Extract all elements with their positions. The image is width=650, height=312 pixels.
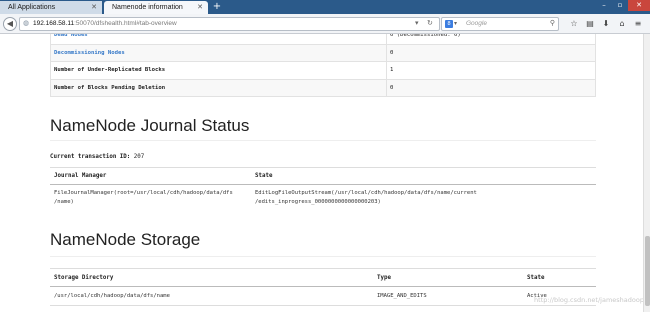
- bookmarks-list-icon[interactable]: ▤: [584, 17, 596, 31]
- scrollbar-thumb[interactable]: [645, 236, 650, 306]
- table-value-cell: 1: [386, 61, 596, 80]
- toolbar-icons: ☆ ▤ ⬇ ⌂ ≡: [568, 17, 644, 31]
- table-key-cell: Number of Blocks Pending Deletion: [50, 78, 387, 97]
- table-row: Dead Nodes 0 (Decommissioned: 0): [50, 34, 596, 45]
- search-placeholder: Google: [466, 20, 487, 27]
- journal-status-heading: NameNode Journal Status: [50, 116, 250, 135]
- close-window-icon[interactable]: ✕: [628, 0, 650, 11]
- download-icon[interactable]: ⬇: [600, 17, 612, 31]
- column-header-journal-manager: Journal Manager: [54, 173, 107, 179]
- maximize-icon[interactable]: ▫: [612, 0, 628, 11]
- home-icon[interactable]: ⌂: [616, 17, 628, 31]
- vertical-scrollbar[interactable]: [643, 34, 650, 312]
- table-value-cell: 0 (Decommissioned: 0): [386, 34, 596, 45]
- browser-nav-bar: ◀ ◍ 192.168.58.11:50070/dfshealth.html#t…: [0, 14, 650, 34]
- page-content: Dead Nodes 0 (Decommissioned: 0) Decommi…: [0, 34, 650, 312]
- back-arrow-icon[interactable]: ◀: [3, 17, 17, 31]
- browser-tab-bar: All Applications ✕ Namenode information …: [0, 0, 650, 14]
- current-transaction-id: Current transaction ID: 207: [50, 154, 144, 160]
- storage-heading: NameNode Storage: [50, 230, 201, 249]
- table-border: [50, 305, 596, 306]
- globe-icon: ◍: [23, 20, 30, 27]
- dropdown-arrow-icon[interactable]: ▾: [415, 18, 419, 30]
- journal-manager-cell: FileJournalManager(root=/usr/local/cdh/h…: [54, 190, 233, 205]
- url-host: 192.168.58.11: [33, 20, 75, 27]
- close-tab-icon[interactable]: ✕: [91, 1, 97, 14]
- table-border: [50, 184, 596, 185]
- menu-icon[interactable]: ≡: [632, 17, 644, 31]
- column-header-type: Type: [377, 275, 391, 281]
- txid-value: 207: [133, 154, 145, 160]
- txid-label: Current transaction ID:: [50, 154, 131, 160]
- table-row: Number of Blocks Pending Deletion 0: [50, 78, 596, 97]
- column-header-storage-directory: Storage Directory: [54, 275, 114, 281]
- minimize-icon[interactable]: –: [596, 0, 612, 11]
- tab-namenode-information[interactable]: Namenode information ✕: [104, 1, 208, 14]
- tab-label: Namenode information: [112, 4, 183, 11]
- address-bar[interactable]: ◍ 192.168.58.11:50070/dfshealth.html#tab…: [19, 17, 440, 31]
- summary-table: Dead Nodes 0 (Decommissioned: 0) Decommi…: [50, 34, 596, 97]
- table-key-cell: Number of Under-Replicated Blocks: [50, 61, 387, 80]
- table-row: Decommissioning Nodes 0: [50, 43, 596, 62]
- storage-directory-cell: /usr/local/cdh/hadoop/data/dfs/name: [54, 293, 170, 299]
- column-header-state: State: [255, 173, 273, 179]
- watermark: http://blog.csdn.net/jameshadoop: [534, 296, 644, 304]
- tab-label: All Applications: [8, 4, 56, 11]
- table-border: [50, 268, 596, 269]
- journal-state-cell: EditLogFileOutputStream(/usr/local/cdh/h…: [255, 190, 477, 205]
- engine-dropdown-icon[interactable]: ▾: [454, 18, 457, 30]
- window-controls: – ▫ ✕: [596, 0, 650, 12]
- new-tab-icon[interactable]: +: [211, 0, 223, 13]
- search-icon[interactable]: ⚲: [550, 18, 555, 30]
- storage-type-cell: IMAGE_AND_EDITS: [377, 293, 427, 299]
- divider: [50, 140, 596, 141]
- url-path: :50070/dfshealth.html#tab-overview: [74, 20, 177, 27]
- close-tab-icon[interactable]: ✕: [197, 1, 203, 14]
- table-value-cell: 0: [386, 43, 596, 62]
- google-engine-icon[interactable]: 8: [445, 20, 453, 28]
- decommissioning-nodes-link[interactable]: Decommissioning Nodes: [54, 50, 125, 56]
- table-row: Number of Under-Replicated Blocks 1: [50, 61, 596, 80]
- table-key-cell: Decommissioning Nodes: [50, 43, 387, 62]
- search-input[interactable]: 8 ▾ Google ⚲: [441, 17, 559, 31]
- bookmark-star-icon[interactable]: ☆: [568, 17, 580, 31]
- table-border: [50, 167, 596, 168]
- reload-icon[interactable]: ↻: [427, 18, 433, 30]
- tab-all-applications[interactable]: All Applications ✕: [0, 1, 102, 14]
- column-header-state: State: [527, 275, 545, 281]
- table-border: [50, 286, 596, 287]
- table-key-cell: Dead Nodes: [50, 34, 387, 45]
- divider: [50, 256, 596, 257]
- dead-nodes-link[interactable]: Dead Nodes: [54, 34, 88, 38]
- table-value-cell: 0: [386, 78, 596, 97]
